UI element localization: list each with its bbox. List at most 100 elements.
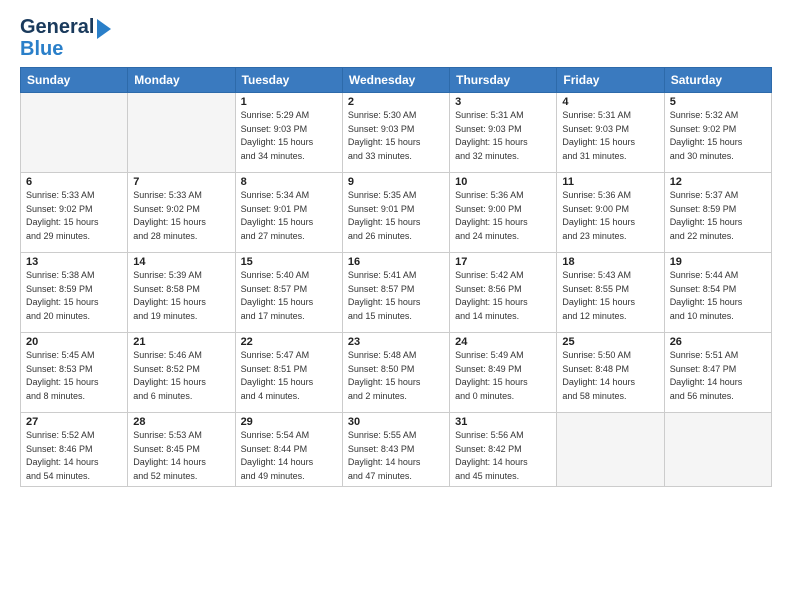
day-number: 17 [455,256,551,268]
daylight-text2: and 33 minutes. [348,150,444,164]
sunset-text: Sunset: 8:52 PM [133,363,229,377]
day-info: Sunrise: 5:36 AMSunset: 9:00 PMDaylight:… [455,189,551,243]
calendar-day-cell: 26Sunrise: 5:51 AMSunset: 8:47 PMDayligh… [664,333,771,413]
day-info: Sunrise: 5:43 AMSunset: 8:55 PMDaylight:… [562,269,658,323]
sunset-text: Sunset: 8:53 PM [26,363,122,377]
weekday-header: Wednesday [342,68,449,93]
sunrise-text: Sunrise: 5:35 AM [348,189,444,203]
daylight-text2: and 34 minutes. [241,150,337,164]
daylight-text: Daylight: 15 hours [26,216,122,230]
daylight-text2: and 14 minutes. [455,310,551,324]
day-info: Sunrise: 5:56 AMSunset: 8:42 PMDaylight:… [455,429,551,483]
day-number: 7 [133,176,229,188]
daylight-text: Daylight: 14 hours [562,376,658,390]
daylight-text2: and 30 minutes. [670,150,766,164]
calendar-day-cell: 25Sunrise: 5:50 AMSunset: 8:48 PMDayligh… [557,333,664,413]
daylight-text: Daylight: 14 hours [133,456,229,470]
calendar-day-cell: 15Sunrise: 5:40 AMSunset: 8:57 PMDayligh… [235,253,342,333]
calendar-day-cell: 8Sunrise: 5:34 AMSunset: 9:01 PMDaylight… [235,173,342,253]
calendar-week-row: 1Sunrise: 5:29 AMSunset: 9:03 PMDaylight… [21,93,772,173]
day-number: 13 [26,256,122,268]
sunset-text: Sunset: 8:59 PM [26,283,122,297]
calendar-day-cell: 14Sunrise: 5:39 AMSunset: 8:58 PMDayligh… [128,253,235,333]
calendar-day-cell: 4Sunrise: 5:31 AMSunset: 9:03 PMDaylight… [557,93,664,173]
daylight-text: Daylight: 15 hours [562,216,658,230]
sunrise-text: Sunrise: 5:31 AM [562,109,658,123]
daylight-text2: and 49 minutes. [241,470,337,484]
daylight-text2: and 8 minutes. [26,390,122,404]
day-info: Sunrise: 5:55 AMSunset: 8:43 PMDaylight:… [348,429,444,483]
day-info: Sunrise: 5:29 AMSunset: 9:03 PMDaylight:… [241,109,337,163]
day-info: Sunrise: 5:45 AMSunset: 8:53 PMDaylight:… [26,349,122,403]
sunset-text: Sunset: 8:46 PM [26,443,122,457]
daylight-text: Daylight: 15 hours [241,296,337,310]
day-info: Sunrise: 5:31 AMSunset: 9:03 PMDaylight:… [455,109,551,163]
day-info: Sunrise: 5:42 AMSunset: 8:56 PMDaylight:… [455,269,551,323]
day-number: 3 [455,96,551,108]
day-number: 30 [348,416,444,428]
sunset-text: Sunset: 8:49 PM [455,363,551,377]
page: General Blue SundayMondayTuesdayWednesda… [0,0,792,612]
weekday-header: Friday [557,68,664,93]
calendar-day-cell: 30Sunrise: 5:55 AMSunset: 8:43 PMDayligh… [342,413,449,487]
calendar-day-cell: 19Sunrise: 5:44 AMSunset: 8:54 PMDayligh… [664,253,771,333]
logo-blue: Blue [20,39,63,59]
day-number: 19 [670,256,766,268]
calendar-week-row: 13Sunrise: 5:38 AMSunset: 8:59 PMDayligh… [21,253,772,333]
calendar-header-row: SundayMondayTuesdayWednesdayThursdayFrid… [21,68,772,93]
logo: General Blue [20,16,111,59]
day-number: 22 [241,336,337,348]
day-number: 23 [348,336,444,348]
sunrise-text: Sunrise: 5:40 AM [241,269,337,283]
sunset-text: Sunset: 8:45 PM [133,443,229,457]
sunrise-text: Sunrise: 5:43 AM [562,269,658,283]
daylight-text: Daylight: 14 hours [241,456,337,470]
daylight-text: Daylight: 14 hours [348,456,444,470]
daylight-text: Daylight: 15 hours [670,296,766,310]
daylight-text: Daylight: 15 hours [562,296,658,310]
day-number: 16 [348,256,444,268]
sunrise-text: Sunrise: 5:44 AM [670,269,766,283]
sunrise-text: Sunrise: 5:55 AM [348,429,444,443]
sunset-text: Sunset: 8:43 PM [348,443,444,457]
day-info: Sunrise: 5:50 AMSunset: 8:48 PMDaylight:… [562,349,658,403]
sunrise-text: Sunrise: 5:36 AM [455,189,551,203]
daylight-text: Daylight: 15 hours [348,216,444,230]
daylight-text2: and 12 minutes. [562,310,658,324]
sunrise-text: Sunrise: 5:34 AM [241,189,337,203]
sunset-text: Sunset: 8:59 PM [670,203,766,217]
day-number: 10 [455,176,551,188]
sunrise-text: Sunrise: 5:56 AM [455,429,551,443]
sunset-text: Sunset: 9:02 PM [26,203,122,217]
sunrise-text: Sunrise: 5:38 AM [26,269,122,283]
daylight-text2: and 0 minutes. [455,390,551,404]
daylight-text: Daylight: 15 hours [348,136,444,150]
day-info: Sunrise: 5:31 AMSunset: 9:03 PMDaylight:… [562,109,658,163]
day-number: 11 [562,176,658,188]
daylight-text2: and 20 minutes. [26,310,122,324]
calendar-week-row: 27Sunrise: 5:52 AMSunset: 8:46 PMDayligh… [21,413,772,487]
sunrise-text: Sunrise: 5:36 AM [562,189,658,203]
calendar-day-cell: 12Sunrise: 5:37 AMSunset: 8:59 PMDayligh… [664,173,771,253]
daylight-text: Daylight: 15 hours [455,136,551,150]
sunset-text: Sunset: 9:02 PM [670,123,766,137]
calendar-day-cell [664,413,771,487]
calendar-day-cell: 11Sunrise: 5:36 AMSunset: 9:00 PMDayligh… [557,173,664,253]
calendar-day-cell [21,93,128,173]
daylight-text2: and 15 minutes. [348,310,444,324]
weekday-header: Saturday [664,68,771,93]
sunset-text: Sunset: 8:47 PM [670,363,766,377]
day-info: Sunrise: 5:30 AMSunset: 9:03 PMDaylight:… [348,109,444,163]
sunset-text: Sunset: 8:57 PM [241,283,337,297]
day-number: 12 [670,176,766,188]
daylight-text: Daylight: 15 hours [562,136,658,150]
day-info: Sunrise: 5:37 AMSunset: 8:59 PMDaylight:… [670,189,766,243]
sunset-text: Sunset: 9:03 PM [562,123,658,137]
daylight-text2: and 4 minutes. [241,390,337,404]
daylight-text: Daylight: 15 hours [26,296,122,310]
sunset-text: Sunset: 8:44 PM [241,443,337,457]
sunrise-text: Sunrise: 5:54 AM [241,429,337,443]
daylight-text2: and 2 minutes. [348,390,444,404]
day-number: 21 [133,336,229,348]
logo-arrow-icon [97,19,111,39]
